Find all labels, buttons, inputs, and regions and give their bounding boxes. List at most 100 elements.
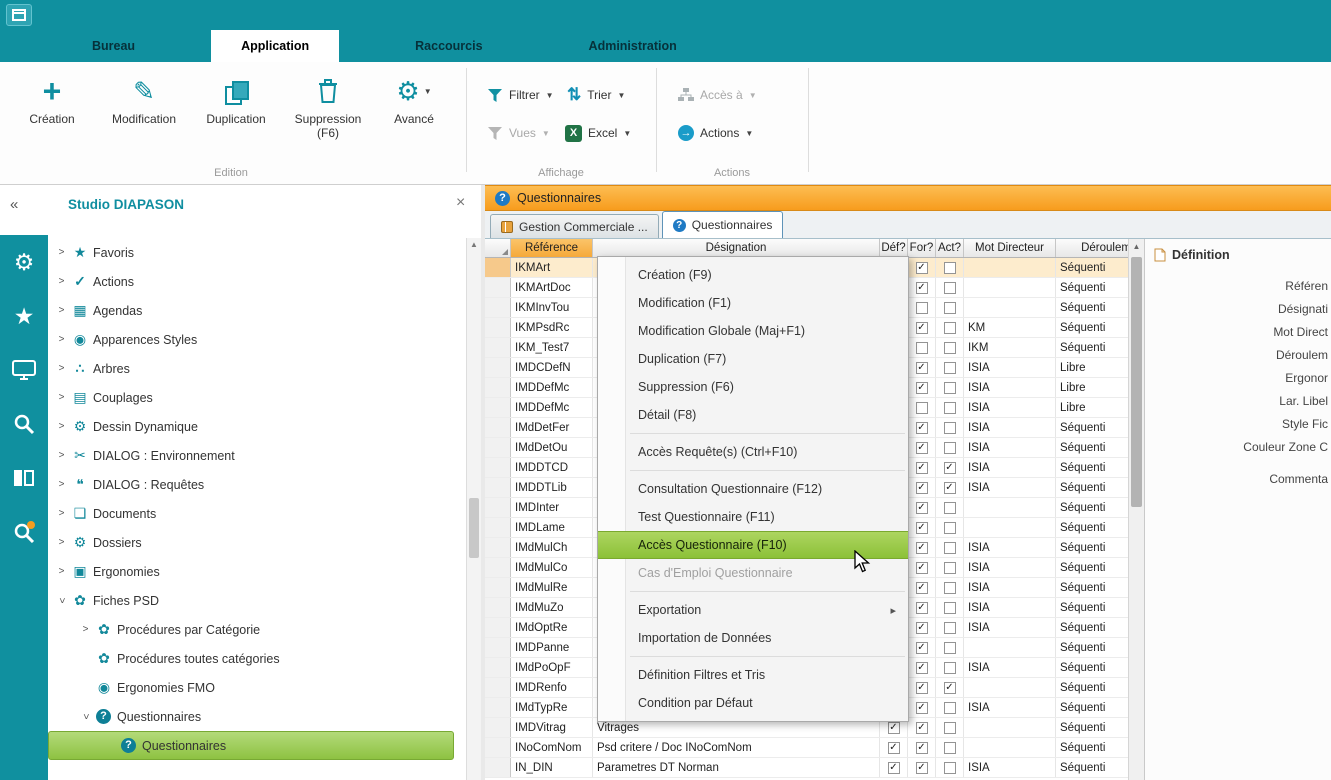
avance-button[interactable]: ⚙▼ Avancé xyxy=(374,70,454,126)
row-selector-cell[interactable] xyxy=(485,578,511,597)
table-corner-cell[interactable] xyxy=(485,239,511,257)
for-checkbox[interactable] xyxy=(916,542,928,554)
menu-item[interactable]: Test Questionnaire (F11) xyxy=(598,503,908,531)
act-checkbox[interactable] xyxy=(944,482,956,494)
for-checkbox[interactable] xyxy=(916,662,928,674)
for-checkbox[interactable] xyxy=(916,442,928,454)
for-checkbox[interactable] xyxy=(916,322,928,334)
for-checkbox[interactable] xyxy=(916,562,928,574)
scrollbar-thumb[interactable] xyxy=(1131,257,1142,507)
row-selector-cell[interactable] xyxy=(485,598,511,617)
ribbon-tab-administration[interactable]: Administration xyxy=(559,30,707,62)
row-selector-cell[interactable] xyxy=(485,358,511,377)
tree-item[interactable]: > Actions xyxy=(48,267,466,296)
menu-item[interactable]: Suppression (F6) xyxy=(598,373,908,401)
for-checkbox[interactable] xyxy=(916,362,928,374)
row-selector-cell[interactable] xyxy=(485,678,511,697)
tree-scrollbar[interactable]: ▲ xyxy=(466,238,481,780)
column-header-designation[interactable]: Désignation xyxy=(593,239,880,257)
ribbon-tab-application[interactable]: Application xyxy=(211,30,339,62)
acces-a-button[interactable]: Accès à ▼ xyxy=(678,84,757,106)
menu-item[interactable]: Consultation Questionnaire (F12) xyxy=(598,475,908,503)
tree-item[interactable]: > Questionnaires xyxy=(48,702,466,731)
for-checkbox[interactable] xyxy=(916,742,928,754)
scroll-up-icon[interactable]: ▲ xyxy=(1129,239,1144,255)
close-icon[interactable]: × xyxy=(456,194,465,212)
act-checkbox[interactable] xyxy=(944,422,956,434)
act-checkbox[interactable] xyxy=(944,282,956,294)
act-checkbox[interactable] xyxy=(944,662,956,674)
tree-item[interactable]: > Ergonomies xyxy=(48,557,466,586)
for-checkbox[interactable] xyxy=(916,402,928,414)
column-header-def[interactable]: Déf? xyxy=(880,239,908,257)
act-checkbox[interactable] xyxy=(944,582,956,594)
act-checkbox[interactable] xyxy=(944,262,956,274)
table-row[interactable]: IN_DIN Parametres DT Norman ISIA Séquent… xyxy=(485,758,1128,778)
act-checkbox[interactable] xyxy=(944,702,956,714)
act-checkbox[interactable] xyxy=(944,442,956,454)
row-selector-cell[interactable] xyxy=(485,378,511,397)
actions-button[interactable]: → Actions ▼ xyxy=(678,122,753,144)
tree-item[interactable]: Ergonomies FMO xyxy=(48,673,466,702)
for-checkbox[interactable] xyxy=(916,602,928,614)
row-selector-cell[interactable] xyxy=(485,458,511,477)
row-selector-cell[interactable] xyxy=(485,278,511,297)
monitor-icon[interactable] xyxy=(0,343,48,397)
row-selector-cell[interactable] xyxy=(485,258,511,277)
gear-icon[interactable]: ⚙ xyxy=(0,235,48,289)
for-checkbox[interactable] xyxy=(916,342,928,354)
act-checkbox[interactable] xyxy=(944,522,956,534)
trier-button[interactable]: ⇅ Trier ▼ xyxy=(567,84,625,106)
tree-item[interactable]: > Couplages xyxy=(48,383,466,412)
for-checkbox[interactable] xyxy=(916,382,928,394)
row-selector-cell[interactable] xyxy=(485,618,511,637)
row-selector-cell[interactable] xyxy=(485,518,511,537)
tree-item[interactable]: > Arbres xyxy=(48,354,466,383)
vues-button[interactable]: Vues ▼ xyxy=(487,122,550,144)
for-checkbox[interactable] xyxy=(916,582,928,594)
search-accent-icon[interactable] xyxy=(0,505,48,559)
row-selector-cell[interactable] xyxy=(485,698,511,717)
act-checkbox[interactable] xyxy=(944,362,956,374)
menu-item[interactable]: Création (F9) xyxy=(598,261,908,289)
star-icon[interactable]: ★ xyxy=(0,289,48,343)
row-selector-cell[interactable] xyxy=(485,758,511,777)
tree-item[interactable]: > Dossiers xyxy=(48,528,466,557)
row-selector-cell[interactable] xyxy=(485,298,511,317)
for-checkbox[interactable] xyxy=(916,422,928,434)
tab-questionnaires[interactable]: ? Questionnaires xyxy=(662,211,784,238)
scroll-up-icon[interactable]: ▲ xyxy=(467,238,481,252)
act-checkbox[interactable] xyxy=(944,762,956,774)
act-checkbox[interactable] xyxy=(944,682,956,694)
act-checkbox[interactable] xyxy=(944,302,956,314)
for-checkbox[interactable] xyxy=(916,262,928,274)
tree-item[interactable]: > Favoris xyxy=(48,238,466,267)
menu-item[interactable]: Condition par Défaut xyxy=(598,689,908,717)
for-checkbox[interactable] xyxy=(916,622,928,634)
row-selector-cell[interactable] xyxy=(485,418,511,437)
column-header-mot-directeur[interactable]: Mot Directeur xyxy=(964,239,1056,257)
act-checkbox[interactable] xyxy=(944,742,956,754)
act-checkbox[interactable] xyxy=(944,722,956,734)
row-selector-cell[interactable] xyxy=(485,638,511,657)
excel-button[interactable]: X Excel ▼ xyxy=(565,122,631,144)
tree-item[interactable]: > DIALOG : Environnement xyxy=(48,441,466,470)
tree-item[interactable]: Questionnaires xyxy=(48,731,454,760)
row-selector-cell[interactable] xyxy=(485,558,511,577)
for-checkbox[interactable] xyxy=(916,302,928,314)
tree-item[interactable]: > Dessin Dynamique xyxy=(48,412,466,441)
column-header-act[interactable]: Act? xyxy=(936,239,964,257)
table-row[interactable]: INoComNom Psd critere / Doc INoComNom Sé… xyxy=(485,738,1128,758)
for-checkbox[interactable] xyxy=(916,722,928,734)
collapse-sidebar-button[interactable]: « xyxy=(10,196,18,213)
row-selector-cell[interactable] xyxy=(485,538,511,557)
tree-item[interactable]: > Apparences Styles xyxy=(48,325,466,354)
tab-gestion-commerciale[interactable]: Gestion Commerciale ... xyxy=(490,214,659,238)
modification-button[interactable]: ✎ Modification xyxy=(98,70,190,126)
row-selector-cell[interactable] xyxy=(485,738,511,757)
menu-item[interactable]: Exportation ▸ xyxy=(598,596,908,624)
menu-item[interactable]: Modification Globale (Maj+F1) xyxy=(598,317,908,345)
menu-item[interactable]: Modification (F1) xyxy=(598,289,908,317)
app-menu-button[interactable] xyxy=(6,4,32,26)
tree-item[interactable]: > Procédures par Catégorie xyxy=(48,615,466,644)
